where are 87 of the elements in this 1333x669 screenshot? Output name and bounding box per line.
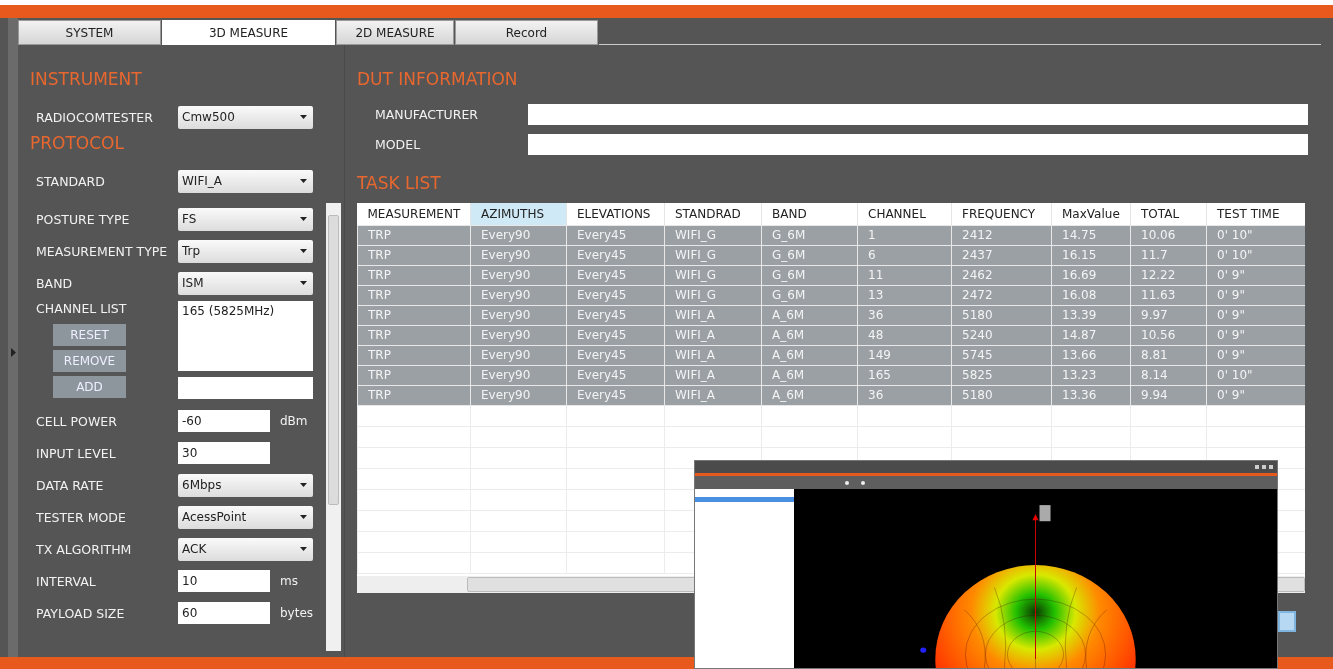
toolbar-icon[interactable] [861,480,865,485]
field-label: CELL POWER [36,413,118,429]
section-title: INSTRUMENT [30,69,143,91]
field-label: RADIOCOMTESTER [36,109,154,125]
input-field[interactable] [178,377,313,399]
unit-label: dBm [280,414,308,428]
column-header[interactable]: BAND [761,203,858,225]
unit-label: ms [280,574,298,588]
table-cell: 2412 [951,225,1052,245]
dropdown[interactable]: ACK [178,537,313,561]
tab[interactable]: Record [455,20,598,45]
table-cell: 10.06 [1130,225,1207,245]
table-cell: TRP [357,265,471,285]
dropdown[interactable]: AcessPoint [178,505,313,529]
table-cell: TRP [357,305,471,325]
input-field[interactable] [528,133,1308,155]
unit-label: bytes [280,606,314,620]
table-cell: TRP [357,225,471,245]
table-cell: TRP [357,245,471,265]
table-cell: TRP [357,325,471,345]
section-title: TASK LIST [357,173,442,195]
table-cell: WIFI_G [664,225,762,245]
expand-arrow-icon[interactable] [10,348,16,357]
input-field[interactable]: 30 [178,442,270,464]
field-label: MANUFACTURER [375,106,479,122]
column-header[interactable]: AZIMUTHS [470,203,567,225]
action-button[interactable] [1278,611,1296,632]
table-cell: Every45 [566,225,665,245]
scrollbar-thumb[interactable] [328,215,339,505]
table-cell: Every90 [470,225,567,245]
toolbar-icon[interactable] [845,480,849,485]
field-label: MODEL [375,136,422,152]
table-cell: 14.75 [1051,225,1131,245]
column-header[interactable]: TOTAL [1130,203,1207,225]
field-label: MEASUREMENT TYPE [36,243,169,259]
section-title: DUT INFORMATION [357,69,519,91]
field-label: POSTURE TYPE [36,211,131,227]
point-marker [920,647,927,653]
field-label: DATA RATE [36,477,105,493]
caret-icon [300,179,307,183]
input-field[interactable]: -60 [178,410,270,432]
selected-row[interactable] [695,497,794,502]
caret-icon [300,281,307,285]
dropdown[interactable]: Cmw500 [178,105,313,129]
column-header[interactable]: MaxValue [1051,203,1131,225]
dropdown[interactable]: 6Mbps [178,473,313,497]
column-header[interactable]: STANDRAD [664,203,762,225]
dropdown[interactable]: Trp [178,239,313,263]
table-cell: 1 [857,225,952,245]
field-label: TX ALGORITHM [36,541,133,557]
column-header[interactable]: FREQUENCY [951,203,1052,225]
field-label: INTERVAL [36,573,97,589]
column-header[interactable]: TEST TIME [1206,203,1305,225]
caret-icon [300,483,307,487]
field-label: BAND [36,275,74,291]
field-label: CHANNEL LIST [36,301,128,316]
section-title: PROTOCOL [30,133,125,155]
input-field[interactable] [528,103,1308,125]
field-label: PAYLOAD SIZE [36,605,126,621]
table-cell: TRP [357,285,471,305]
tab[interactable]: SYSTEM [18,20,161,45]
field-label: STANDARD [36,173,106,189]
caret-icon [300,249,307,253]
column-header[interactable]: CHANNEL [857,203,952,225]
table-cell: TRP [357,385,471,405]
tab[interactable]: 2D MEASURE [336,20,454,45]
field-label: INPUT LEVEL [36,445,117,461]
input-field[interactable]: 60 [178,602,270,624]
table-cell: TRP [357,365,471,385]
column-header[interactable]: ELEVATIONS [566,203,665,225]
dropdown[interactable]: ISM [178,271,313,295]
tab[interactable]: 3D MEASURE [162,20,335,45]
input-field[interactable]: 10 [178,570,270,592]
list-item[interactable]: 165 (5825MHz) [182,304,309,318]
caret-icon [300,515,307,519]
caret-icon [300,115,307,119]
table-cell: TRP [357,345,471,365]
table-cell: 0' 10" [1206,225,1305,245]
column-header[interactable]: MEASUREMENT [357,203,471,225]
dropdown[interactable]: WIFI_A [178,169,313,193]
scrollbar[interactable] [326,203,341,651]
antenna-marker [1039,505,1051,522]
field-label: TESTER MODE [36,509,127,525]
caret-icon [300,547,307,551]
caret-icon [300,217,307,221]
table-cell: G_6M [761,225,858,245]
dropdown[interactable]: FS [178,207,313,231]
